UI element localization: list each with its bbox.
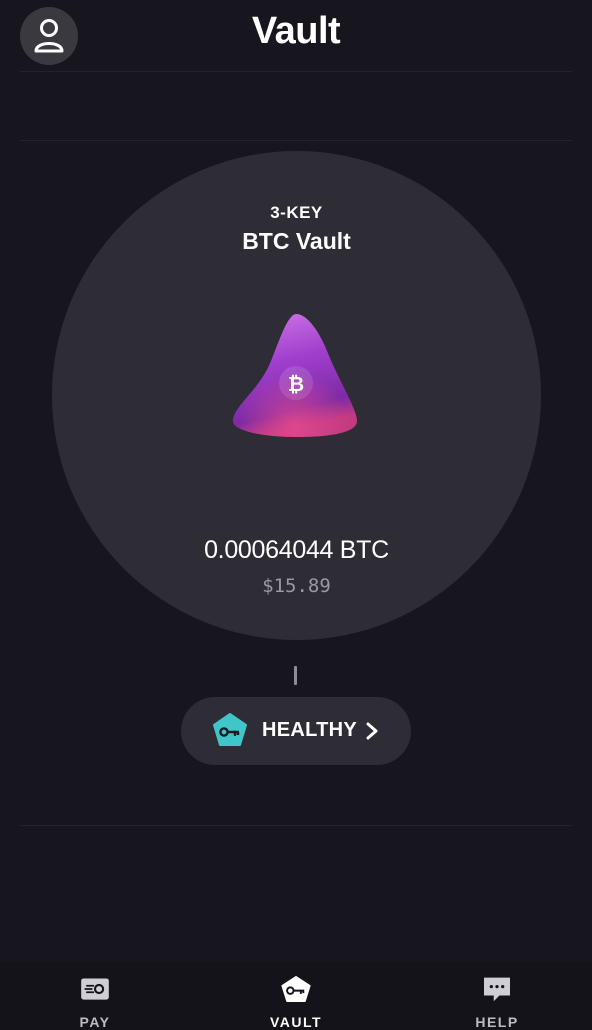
header-divider bbox=[20, 71, 572, 72]
connector-line bbox=[294, 666, 297, 685]
vault-key-icon bbox=[281, 976, 311, 1002]
key-pentagon-icon bbox=[213, 713, 247, 746]
chevron-right-icon bbox=[366, 722, 378, 740]
tab-pay-label: PAY bbox=[79, 1014, 111, 1030]
tab-vault[interactable]: VAULT bbox=[236, 962, 356, 1030]
vault-name: BTC Vault bbox=[242, 228, 351, 254]
tab-help[interactable]: HELP bbox=[437, 962, 557, 1030]
btc-balance: 0.00064044 BTC bbox=[204, 536, 389, 564]
tab-help-label: HELP bbox=[475, 1014, 519, 1030]
vault-type-label: 3-KEY bbox=[270, 203, 323, 222]
chat-bubble-icon bbox=[484, 977, 510, 1002]
health-status-label: HEALTHY bbox=[262, 719, 358, 741]
bottom-tab-bar: PAY VAULT HELP bbox=[0, 962, 592, 1030]
bitcoin-icon: ₿ bbox=[288, 372, 304, 396]
vault-card[interactable]: 3-KEY BTC Vault ₿ 0.00064044 BTC $15.89 bbox=[52, 151, 541, 640]
health-status-button[interactable]: HEALTHY bbox=[181, 697, 411, 765]
section-divider-top bbox=[20, 140, 572, 141]
tab-vault-label: VAULT bbox=[269, 1014, 323, 1030]
usd-balance: $15.89 bbox=[262, 575, 331, 597]
tab-pay[interactable]: PAY bbox=[35, 962, 155, 1030]
svg-text:₿: ₿ bbox=[288, 372, 304, 396]
page-title: Vault bbox=[251, 10, 341, 52]
bitcoin-vault-graphic-icon: ₿ bbox=[233, 314, 357, 437]
section-divider-bottom bbox=[20, 825, 572, 826]
pay-card-icon bbox=[81, 978, 109, 1000]
